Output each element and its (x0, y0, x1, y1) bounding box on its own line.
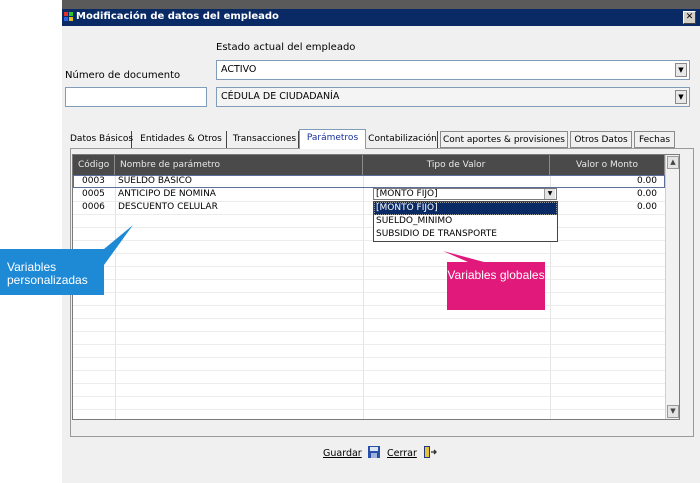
callout-pointers (104, 225, 484, 265)
callout-variables-personalizadas: Variables personalizadas (0, 249, 104, 295)
callout-pointer-global (443, 251, 484, 262)
callout-pointer-custom (104, 225, 133, 265)
callout-variables-globales: Variables globales (447, 262, 545, 310)
